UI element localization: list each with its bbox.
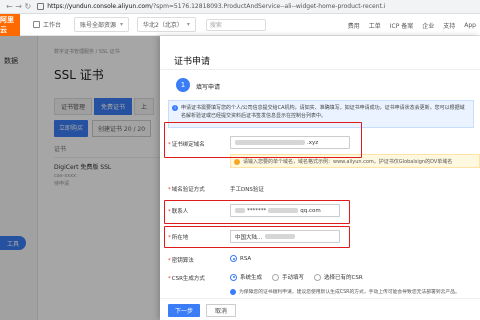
radio-dot-icon	[314, 273, 322, 281]
redacted-text	[265, 234, 296, 239]
workbench-link[interactable]: 工作台	[28, 18, 66, 31]
nav-link-tickets[interactable]: 工单	[369, 21, 381, 30]
csr-row: *CSR生成方式 系统生成 手动填写 选择已有的CSR 为保障您的证书顺利申请，…	[160, 272, 480, 298]
radio-csr-system[interactable]: 系统生成	[230, 273, 262, 281]
nav-link-enterprise[interactable]: 企业	[422, 21, 434, 30]
info-icon: i	[172, 105, 178, 111]
nav-link-support[interactable]: 支持	[443, 21, 455, 30]
verify-row: *域名验证方式 手工DNS验证	[160, 182, 480, 196]
domain-input[interactable]: .xyz	[230, 136, 350, 149]
cancel-button[interactable]: 取消	[206, 304, 236, 317]
radio-rsa[interactable]: RSA	[230, 255, 251, 262]
domain-label: *证书绑定域名	[168, 142, 205, 148]
top-navigation: 阿里云 工作台 账号全部资源 华北2（北京） 搜索 费用 工单 ICP 备案 企…	[0, 13, 480, 36]
contact-row: *联系人 ******* qq.com	[160, 204, 480, 218]
drawer-title: 证书申请	[174, 57, 211, 67]
browser-address-bar: ← → ↻ https://yundun.console.aliyun.com/…	[0, 0, 480, 14]
nav-link-icp[interactable]: ICP 备案	[390, 21, 414, 30]
step-indicator: 1	[176, 78, 190, 92]
redacted-text	[235, 208, 245, 213]
csr-radio-group: 系统生成 手动填写 选择已有的CSR	[230, 273, 373, 281]
url-field[interactable]: https://yundun.console.aliyun.com/?spm=5…	[47, 3, 385, 10]
nav-link-app[interactable]: App	[464, 22, 476, 29]
domain-row: *证书绑定域名 .xyz 请输入您要的单个域名，域名格式示例：www.aliyu…	[160, 136, 480, 176]
location-row: *所在地 中国大陆...	[160, 230, 480, 244]
domain-warning: 请输入您要的单个域名，域名格式示例：www.aliyun.com，护证书仅Glo…	[230, 154, 480, 168]
region-dropdown[interactable]: 华北2（北京）	[137, 17, 196, 32]
next-button[interactable]: 下一步	[168, 304, 200, 317]
verify-label: *域名验证方式	[168, 187, 205, 193]
radio-dot-icon	[230, 273, 237, 281]
algo-label: *密钥算法	[168, 258, 194, 264]
browser-nav-icons[interactable]: ← → ↻	[6, 2, 31, 11]
algo-row: *密钥算法 RSA	[160, 254, 480, 266]
radio-dot-icon	[272, 273, 280, 281]
csr-label: *CSR生成方式	[168, 276, 205, 282]
redacted-text	[268, 208, 299, 213]
drawer-footer: 下一步 取消	[160, 298, 480, 320]
warning-icon	[234, 159, 240, 165]
cert-apply-drawer: 证书申请 1 填写申请 i 申请证书需要填写您的个人/公司信息提交给CA机构，请…	[160, 36, 480, 320]
nav-link-fees[interactable]: 费用	[348, 21, 360, 30]
divider	[160, 69, 480, 70]
home-icon	[33, 21, 40, 28]
info-notice: i 申请证书需要填写您的个人/公司信息提交给CA机构，请如实、准确填写，如证书申…	[168, 100, 474, 128]
step-label: 填写申请	[196, 84, 221, 91]
radio-csr-manual[interactable]: 手动填写	[272, 273, 304, 281]
radio-dot-icon	[230, 255, 237, 262]
lock-icon	[37, 3, 45, 10]
location-select[interactable]: 中国大陆...	[230, 230, 340, 243]
info-icon	[230, 288, 236, 295]
csr-hint: 为保障您的证书顺利申请，建议您使用默认生成CSR的方式，手动上传可能会导致您无法…	[230, 285, 478, 298]
location-label: *所在地	[168, 235, 189, 241]
search-input[interactable]: 搜索	[205, 18, 266, 31]
radio-csr-existing[interactable]: 选择已有的CSR	[314, 273, 363, 281]
algo-radio-group: RSA	[230, 255, 261, 262]
brand-logo[interactable]: 阿里云	[0, 13, 20, 36]
contact-select[interactable]: ******* qq.com	[230, 204, 340, 217]
modal-overlay[interactable]	[0, 36, 160, 320]
contact-label: *联系人	[168, 209, 189, 215]
account-dropdown[interactable]: 账号全部资源	[74, 17, 130, 32]
topnav-right-links: 费用 工单 ICP 备案 企业 支持 App	[339, 14, 476, 36]
verify-value: 手工DNS验证	[230, 182, 290, 195]
redacted-text	[235, 140, 305, 145]
